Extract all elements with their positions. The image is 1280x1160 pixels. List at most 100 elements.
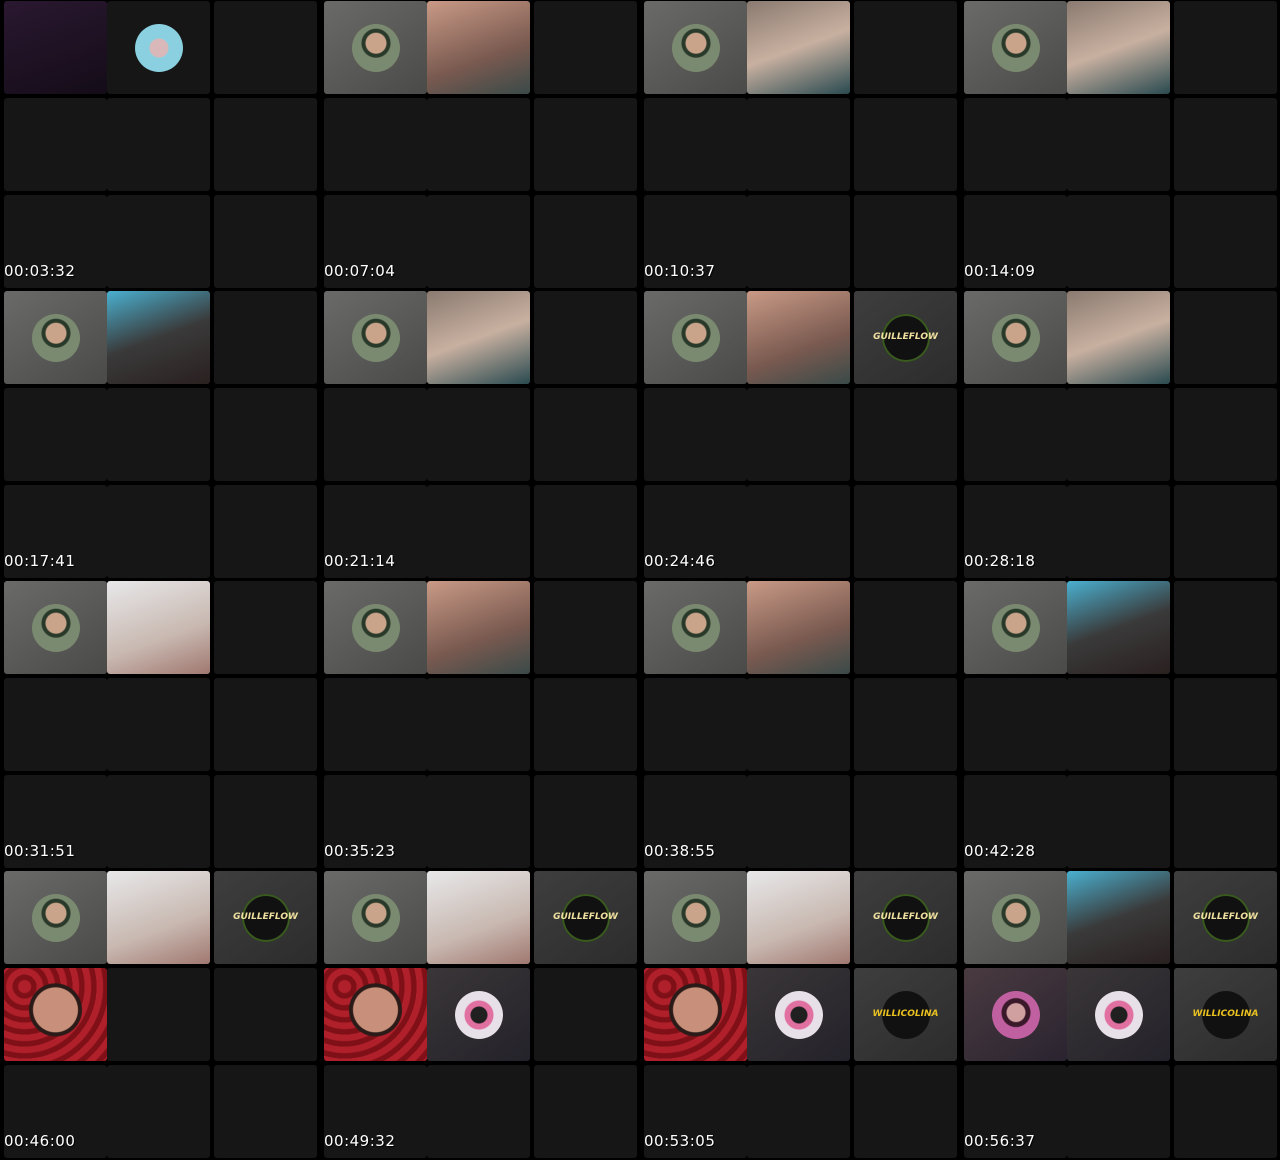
participant-avatar-tile (747, 968, 850, 1061)
avatar (671, 893, 720, 942)
participant-tile-empty (747, 1065, 850, 1158)
participant-tile-empty (964, 388, 1067, 481)
video-call-frame: 00:42:28 (960, 580, 1280, 870)
participant-tile-empty (324, 98, 427, 191)
participant-tile-empty (534, 775, 637, 868)
participant-tile-empty (854, 581, 957, 674)
participant-tile-empty (107, 968, 210, 1061)
participant-tile-empty (214, 388, 317, 481)
participant-video-tile (1067, 1, 1170, 94)
video-call-frame: GUILLE FLOW WILLI COLINA 00:53:05 (640, 870, 960, 1160)
logo-text: COLINA (1220, 1009, 1259, 1019)
participant-tile-empty (644, 388, 747, 481)
video-call-frame: 00:35:23 (320, 580, 640, 870)
frame-timestamp: 00:53:05 (644, 1132, 716, 1150)
participant-tile-empty (854, 1, 957, 94)
participant-avatar-tile (964, 871, 1067, 964)
participant-tile-empty (854, 775, 957, 868)
video-call-frame: 00:21:14 (320, 290, 640, 580)
guille-logo: GUILLE FLOW (553, 893, 618, 942)
participant-avatar-tile (964, 968, 1067, 1061)
video-call-frame: 00:14:09 (960, 0, 1280, 290)
participant-video-tile (1067, 291, 1170, 384)
participant-tile-empty (644, 98, 747, 191)
participant-avatar-tile (964, 581, 1067, 674)
participant-tile-empty (214, 581, 317, 674)
participant-tile-empty (214, 485, 317, 578)
logo-text: COLINA (900, 1009, 939, 1019)
participant-tile-empty (1174, 1065, 1277, 1158)
video-call-frame: 00:38:55 (640, 580, 960, 870)
avatar (31, 603, 80, 652)
frame-timestamp: 00:10:37 (644, 262, 716, 280)
participant-video-tile (747, 871, 850, 964)
frame-timestamp: 00:49:32 (324, 1132, 396, 1150)
participant-video-tile (427, 291, 530, 384)
frame-timestamp: 00:31:51 (4, 842, 76, 860)
participant-tile-empty (534, 678, 637, 771)
participant-avatar-tile (964, 1, 1067, 94)
participant-video-tile (1067, 871, 1170, 964)
participant-tile-empty (214, 98, 317, 191)
participant-tile-empty (747, 485, 850, 578)
participant-tile-empty (534, 1, 637, 94)
avatar (991, 23, 1040, 72)
frame-timestamp: 00:28:18 (964, 552, 1036, 570)
participant-avatar-tile (427, 968, 530, 1061)
participant-logo-tile: GUILLE FLOW (854, 871, 957, 964)
frame-timestamp: 00:35:23 (324, 842, 396, 860)
video-call-frame: 00:07:04 (320, 0, 640, 290)
participant-avatar-tile (644, 291, 747, 384)
logo-text: WILLI (1192, 1009, 1221, 1019)
participant-tile-empty (427, 98, 530, 191)
logo-text: WILLI (872, 1009, 901, 1019)
participant-tile-empty (324, 678, 427, 771)
logo-text: FLOW (1228, 912, 1258, 922)
participant-tile-empty (1174, 98, 1277, 191)
participant-avatar-tile (644, 581, 747, 674)
participant-avatar-tile (644, 871, 747, 964)
participant-logo-tile: WILLI COLINA (1174, 968, 1277, 1061)
participant-avatar-tile (4, 871, 107, 964)
frame-timestamp: 00:42:28 (964, 842, 1036, 860)
participant-tile-empty (964, 98, 1067, 191)
participant-tile-empty (854, 678, 957, 771)
avatar (351, 23, 400, 72)
participant-logo-tile: WILLI COLINA (854, 968, 957, 1061)
participant-avatar-tile (324, 871, 427, 964)
video-call-frame: 00:28:18 (960, 290, 1280, 580)
logo-text: GUILLE (553, 912, 589, 922)
participant-avatar-tile (4, 291, 107, 384)
avatar (351, 893, 400, 942)
guille-logo: GUILLE FLOW (1193, 893, 1258, 942)
video-call-frame: 00:10:37 (640, 0, 960, 290)
participant-tile-empty (214, 968, 317, 1061)
participant-video-tile (107, 291, 210, 384)
participant-tile-empty (534, 291, 637, 384)
participant-avatar-tile (107, 1, 210, 94)
frame-timestamp: 00:21:14 (324, 552, 396, 570)
participant-avatar-tile (324, 581, 427, 674)
avatar (991, 603, 1040, 652)
participant-avatar-tile (324, 1, 427, 94)
participant-tile-empty (4, 678, 107, 771)
avatar (454, 990, 503, 1039)
participant-tile-empty (1067, 485, 1170, 578)
participant-tile-empty (534, 388, 637, 481)
participant-tile-empty (214, 195, 317, 288)
logo-text: GUILLE (873, 912, 909, 922)
avatar (774, 990, 823, 1039)
participant-tile-empty (4, 388, 107, 481)
participant-tile-empty (534, 195, 637, 288)
video-call-frame: GUILLE FLOW 00:24:46 (640, 290, 960, 580)
participant-tile-empty (534, 581, 637, 674)
frame-timestamp: 00:24:46 (644, 552, 716, 570)
logo-text: FLOW (268, 912, 298, 922)
participant-tile-empty (214, 678, 317, 771)
participant-video-tile (107, 581, 210, 674)
participant-tile-empty (107, 485, 210, 578)
participant-tile-empty (1067, 1065, 1170, 1158)
participant-video-tile (644, 968, 747, 1061)
participant-tile-empty (964, 678, 1067, 771)
video-call-frame: 00:31:51 (0, 580, 320, 870)
